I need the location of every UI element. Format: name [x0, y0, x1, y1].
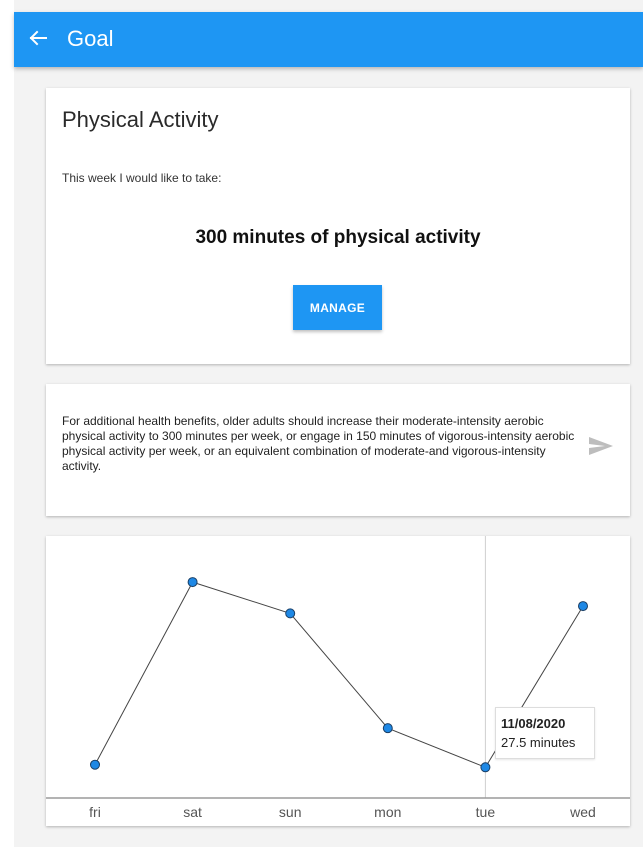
send-icon [589, 437, 613, 455]
chart-tick-label-mon: mon [374, 804, 401, 820]
activity-chart: fri sat sun mon tue wed [46, 536, 630, 820]
arrow-back-icon [29, 30, 47, 46]
chart-point-fri[interactable] [90, 759, 100, 770]
app-bar: Goal [14, 12, 643, 67]
chart-point-tue[interactable] [480, 762, 491, 773]
chart-tick-label-wed: wed [569, 804, 596, 820]
tip-text: For additional health benefits, older ad… [62, 414, 575, 473]
goal-card: Physical Activity This week I would like… [46, 88, 630, 364]
chart-point-sun[interactable] [285, 608, 296, 619]
chart-tick-label-sat: sat [183, 804, 202, 820]
back-button[interactable] [24, 24, 52, 52]
goal-title: Physical Activity [62, 107, 219, 132]
manage-button[interactable]: MANAGE [293, 285, 382, 330]
chart-point-mon[interactable] [382, 723, 393, 734]
chart-tick-label-tue: tue [476, 804, 496, 820]
tooltip-date: 11/08/2020 [501, 716, 566, 731]
chart-tooltip: 11/08/2020 27.5 minutes [495, 707, 595, 759]
chart-point-wed[interactable] [578, 601, 588, 612]
activity-chart-card: fri sat sun mon tue wed 11/08/2020 27.5 minut… [46, 536, 630, 826]
chart-tick-label-fri: fri [89, 804, 101, 820]
goal-value: 300 minutes of physical activity [195, 227, 481, 248]
goal-subtitle: This week I would like to take: [62, 171, 222, 185]
tip-card: For additional health benefits, older ad… [46, 384, 630, 516]
send-button[interactable] [587, 432, 615, 460]
chart-tick-label-sun: sun [279, 804, 302, 820]
tooltip-value: 27.5 minutes [501, 735, 576, 750]
page-title: Goal [67, 26, 114, 51]
chart-point-sat[interactable] [187, 577, 198, 588]
